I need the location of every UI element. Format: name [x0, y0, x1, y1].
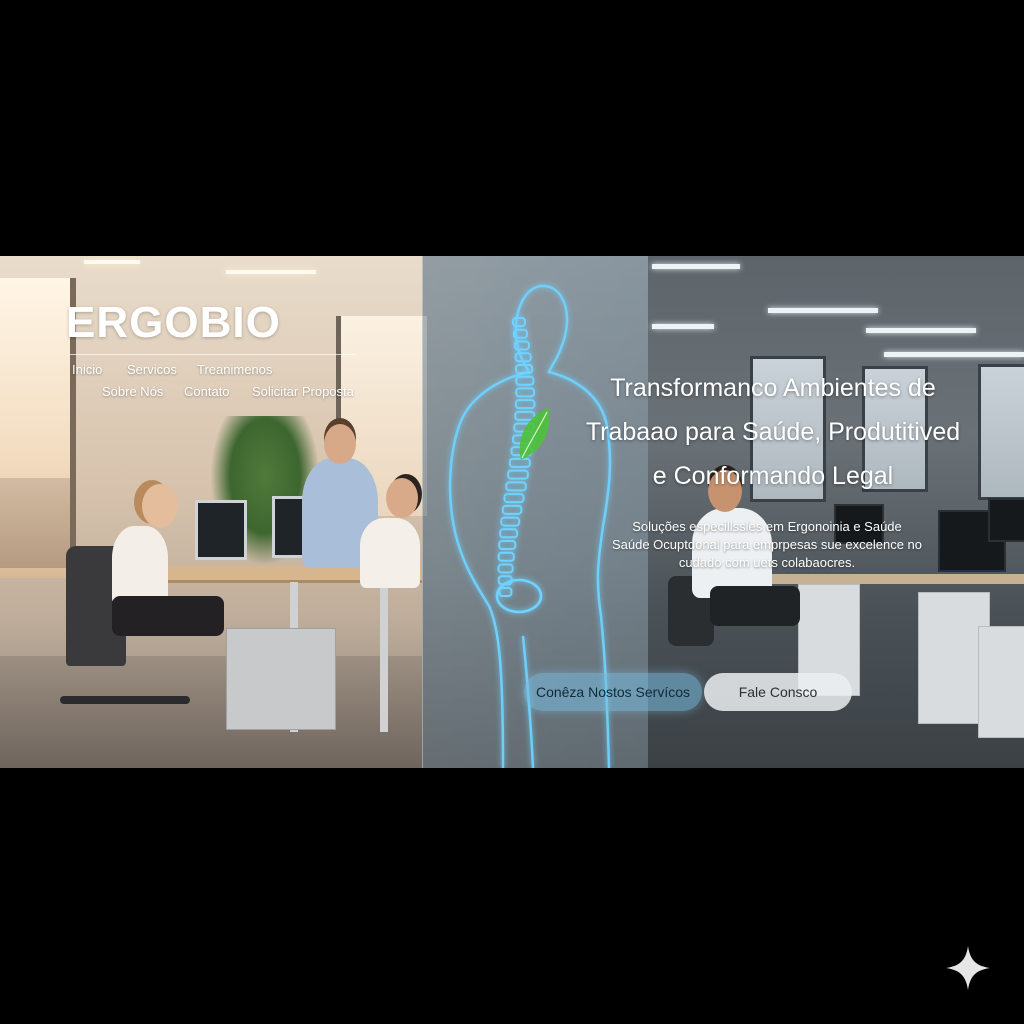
hero-headline-line: Trabaao para Saúde, Produtitived — [585, 418, 961, 446]
hero-subtitle-line: Saúde Ocuptdonal para emprpesas sue exce… — [611, 537, 923, 552]
seated-woman-right — [360, 518, 420, 588]
hero-headline-line: e Conformando Legal — [652, 462, 894, 490]
vertebra — [498, 587, 513, 597]
vertebra — [508, 457, 531, 468]
vertebra — [497, 551, 515, 562]
nav-item-solicitar-proposta[interactable]: Solicitar Proposta — [252, 384, 354, 399]
contact-button[interactable]: Fale Consco — [704, 673, 852, 711]
vertebra — [512, 317, 526, 327]
vertebra — [503, 493, 525, 504]
vertebra — [515, 387, 536, 398]
nav-item-sobre-nos[interactable]: Sobre Nós — [102, 384, 163, 399]
seated-woman — [112, 526, 168, 606]
nav-item-contato[interactable]: Contato — [184, 384, 230, 399]
drawer-cabinet — [226, 628, 336, 730]
window-left — [0, 278, 76, 578]
nav-item-treinamentos[interactable]: Treanimenos — [197, 362, 272, 377]
vertebra — [500, 516, 521, 527]
vertebra — [499, 528, 519, 539]
brand-logo[interactable]: ERGOBIO — [66, 298, 281, 348]
hero-headline: Transformanco Ambientes de Trabaao para … — [548, 366, 998, 498]
vertebra — [498, 540, 517, 551]
vertebra — [515, 375, 535, 386]
vertebra — [501, 504, 523, 515]
nav-item-servicos[interactable]: Servicos — [127, 362, 177, 377]
desk-monitor — [195, 500, 247, 560]
vertebra — [514, 410, 536, 421]
vertebra — [497, 563, 514, 574]
services-button[interactable]: Conêza Nostos Servícos — [524, 673, 702, 711]
hero-subtitle-line: cudado com uets colabaocres. — [678, 555, 856, 570]
sparkle-icon — [946, 946, 990, 990]
hero-subtitle: Soluções especillssles em Ergonoinia e S… — [592, 518, 942, 572]
hero-headline-line: Transformanco Ambientes de — [610, 374, 936, 402]
nav-item-inicio[interactable]: Inicio — [72, 362, 102, 377]
vertebra — [507, 469, 529, 480]
vertebra — [505, 481, 527, 492]
vertebra — [514, 399, 536, 410]
hero-subtitle-line: Soluções especillssles em Ergonoinia e S… — [632, 519, 902, 534]
nav-divider — [68, 354, 356, 355]
